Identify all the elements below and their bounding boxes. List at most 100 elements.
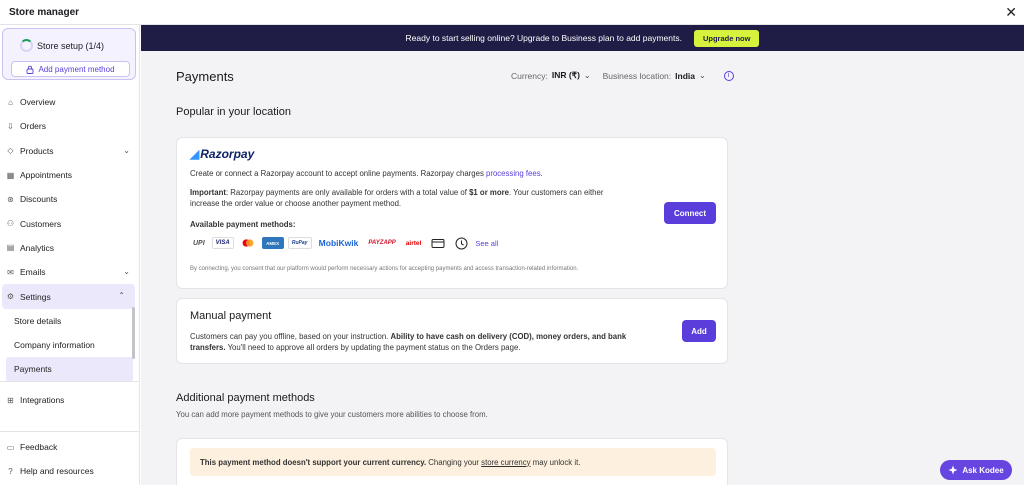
store-setup-label: Store setup (1/4) [37,41,105,51]
sidebar-item-overview[interactable]: ⌂ Overview [0,90,140,114]
sidebar-item-integrations[interactable]: ⊞ Integrations [0,388,140,412]
sidebar-subitem-label: Store details [14,315,62,326]
lock-icon [27,65,34,74]
popular-heading: Popular in your location [176,106,291,118]
sidebar-item-customers[interactable]: ⚇ Customers [0,211,140,235]
currency-location-row: Currency: INR (₹) ⌄ Business location: I… [511,70,734,81]
razorpay-description: Create or connect a Razorpay account to … [190,168,543,179]
sidebar-item-appointments[interactable]: ▦ Appointments [0,163,140,187]
chevron-up-icon: ⌃ [118,291,125,301]
clock-icon-svg [455,237,468,249]
sidebar-subitem-company-information[interactable]: Company information [0,333,140,357]
sidebar-item-label: Overview [20,97,56,108]
users-icon: ⚇ [6,219,15,229]
analytics-icon: ▤ [6,243,15,253]
consent-note: By connecting, you consent that our plat… [190,266,579,272]
mail-icon: ✉ [7,267,14,277]
razorpay-logo-icon: ◢ [190,147,200,161]
gear-icon: ⚙ [6,292,15,302]
important-text: increase the order value or choose anoth… [190,199,402,208]
info-icon[interactable]: i [723,70,734,81]
upgrade-now-button[interactable]: Upgrade now [693,29,760,47]
tag-icon: ◇ [7,146,14,156]
calendar-icon: ▦ [6,170,15,180]
currency-label: Currency: [511,70,548,81]
mastercard-icon [242,239,254,247]
manual-bold-text: transfers. [190,343,226,352]
amex-logo: AMEX [261,237,284,249]
connect-button[interactable]: Connect [664,202,716,224]
sidebar-subitem-label: Company information [14,340,95,351]
sidebar-nav: ⌂ Overview ⇩ Orders ◇ Products ⌄ ▦ Appoi… [0,90,140,382]
sidebar-subitem-store-details[interactable]: Store details [0,309,140,333]
sidebar-item-orders[interactable]: ⇩ Orders [0,114,140,138]
chevron-down-icon[interactable]: ⌄ [699,71,706,80]
help-icon: ? [8,466,13,476]
manual-payment-description: Customers can pay you offline, based on … [190,331,640,353]
important-label: Important [190,188,226,197]
feedback-icon: ▭ [6,442,15,452]
store-setup-card: Store setup (1/4) Add payment method [2,28,136,80]
sidebar-item-label: Customers [20,218,62,229]
sidebar-item-label: Help and resources [20,466,94,477]
airtel-logo: airtel [405,239,422,247]
sidebar-item-label: Feedback [20,442,58,453]
sidebar-divider [0,431,140,432]
add-manual-payment-button[interactable]: Add [682,320,716,342]
integrations-icon: ⊞ [7,395,14,405]
payment-method-logos: UPI VISA AMEX RuPay MobiKwik PAYZAPP air… [190,237,498,249]
sidebar-item-settings[interactable]: ⚙ Settings ⌃ [2,284,135,309]
razorpay-description-text: Create or connect a Razorpay account to … [190,169,487,178]
upgrade-banner: Ready to start selling online? Upgrade t… [141,25,1024,51]
important-text: : Razorpay payments are only available f… [225,188,470,197]
sidebar-divider [0,381,140,382]
manual-bold-text: Ability to have cash on delivery (COD), … [390,332,627,341]
sidebar-item-label: Appointments [20,170,72,181]
sidebar-item-emails[interactable]: ✉ Emails ⌄ [0,260,140,284]
store-currency-link[interactable]: store currency [481,458,530,467]
chevron-down-icon[interactable]: ⌄ [584,71,591,80]
discount-icon: ⊛ [7,194,14,204]
razorpay-card: ◢ Razorpay Create or connect a Razorpay … [176,137,728,289]
razorpay-logo: ◢ Razorpay [190,147,254,161]
ask-kodee-label: Ask Kodee [962,465,1004,475]
sidebar-item-discounts[interactable]: ⊛ Discounts [0,187,140,211]
home-icon: ⌂ [8,97,13,107]
close-icon[interactable]: ✕ [1005,4,1017,20]
mobikwik-logo: MobiKwik [318,238,359,248]
sidebar-item-label: Emails [20,267,46,278]
chevron-down-icon: ⌄ [123,145,130,155]
additional-subtext: You can add more payment methods to give… [176,410,488,419]
card-icon [428,237,448,249]
manual-text: You'll need to approve all orders by upd… [225,343,521,352]
card-icon-svg [431,238,445,248]
additional-methods-card: This payment method doesn't support your… [176,438,728,485]
sidebar-item-products[interactable]: ◇ Products ⌄ [0,139,140,163]
sidebar-item-label: Integrations [20,395,65,406]
currency-select[interactable]: INR (₹) [552,70,580,81]
manual-text: Customers can pay you offline, based on … [190,332,391,341]
sidebar-subitem-payments[interactable]: Payments [6,357,133,382]
important-bold: $1 or more [469,188,509,197]
sidebar-scrollbar[interactable] [132,307,135,359]
store-setup-progress[interactable]: Store setup (1/4) [20,39,105,52]
upi-logo: UPI [193,239,205,247]
see-all-link[interactable]: See all [475,239,498,248]
sidebar-item-label: Settings [20,291,51,302]
add-payment-method-button[interactable]: Add payment method [11,61,130,77]
chevron-down-icon: ⌄ [123,267,130,277]
processing-fees-link[interactable]: processing fees [486,169,541,178]
progress-ring-icon [20,39,33,52]
sidebar-item-help[interactable]: ? Help and resources [0,459,140,483]
sidebar-item-feedback[interactable]: ▭ Feedback [0,435,140,459]
add-payment-method-label: Add payment method [38,64,115,74]
app-title: Store manager [9,6,80,18]
location-select[interactable]: India [675,71,695,81]
sidebar: Store setup (1/4) Add payment method ⌂ O… [0,25,140,485]
ask-kodee-button[interactable]: Ask Kodee [940,460,1012,480]
sidebar-item-label: Discounts [20,194,58,205]
sidebar-item-label: Orders [20,121,46,132]
currency-warning: This payment method doesn't support your… [190,448,716,476]
page-title: Payments [176,69,234,84]
sidebar-item-analytics[interactable]: ▤ Analytics [0,236,140,260]
